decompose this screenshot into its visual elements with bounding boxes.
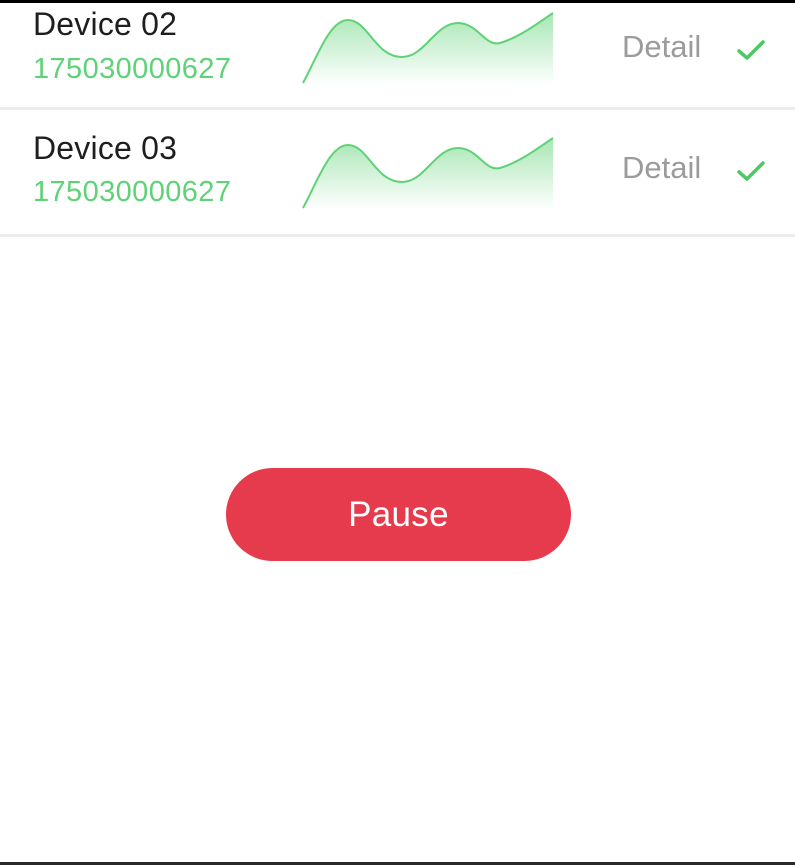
pause-button[interactable]: Pause — [226, 468, 571, 561]
sparkline-area — [303, 138, 553, 210]
device-row[interactable]: Device 03 175030000627 Detail — [0, 110, 795, 237]
sparkline-chart — [302, 137, 554, 210]
device-name: Device 03 — [33, 130, 178, 166]
sparkline-area — [303, 13, 553, 85]
detail-link[interactable]: Detail — [622, 150, 701, 186]
device-serial: 175030000627 — [33, 53, 232, 85]
device-name: Device 02 — [33, 6, 178, 42]
check-icon — [737, 161, 765, 181]
detail-link[interactable]: Detail — [622, 29, 701, 65]
check-icon — [737, 40, 765, 60]
sparkline-chart — [302, 12, 554, 85]
device-row[interactable]: Device 02 175030000627 Detail — [0, 3, 795, 110]
device-serial: 175030000627 — [33, 176, 232, 208]
device-list: Device 02 175030000627 Detail Device 03 … — [0, 3, 795, 237]
